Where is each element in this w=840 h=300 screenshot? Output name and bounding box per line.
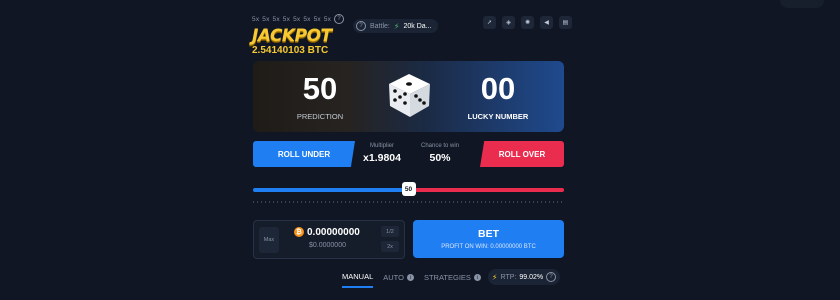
battle-help-icon[interactable]: ?: [356, 21, 366, 31]
roll-under-button[interactable]: ROLL UNDER: [253, 141, 355, 167]
tab-strategies[interactable]: STRATEGIES i: [424, 272, 481, 288]
tab-strategies-label: STRATEGIES: [423, 273, 471, 282]
roll-over-button[interactable]: ROLL OVER: [480, 141, 564, 167]
bet-mode-tabs: MANUAL AUTO i STRATEGIES i: [342, 272, 481, 288]
jackpot-help-icon[interactable]: ?: [334, 14, 345, 24]
multiplier-chip: 5x: [272, 15, 280, 23]
lucky-number-value: 00: [480, 71, 516, 106]
max-button[interactable]: Max: [259, 227, 279, 253]
profit-on-win: PROFIT ON WIN: 0.00000000 BTC: [441, 244, 536, 250]
info-icon: i: [406, 274, 414, 281]
prediction-value: 50: [302, 71, 338, 106]
half-button[interactable]: 1/2: [381, 226, 399, 237]
corner-menu-button[interactable]: [780, 0, 824, 8]
slider-under-track[interactable]: [253, 188, 403, 192]
slider-over-track[interactable]: [414, 188, 564, 192]
slider-ticks: [253, 201, 564, 203]
multiplier-chip: 5x: [293, 15, 301, 23]
info-icon: i: [473, 274, 481, 281]
jackpot-multipliers: 5x 5x 5x 5x 5x 5x 5x 5x ?: [252, 14, 345, 24]
chance-stat[interactable]: Chance to win 50%: [413, 143, 467, 164]
rocket-icon[interactable]: ➚: [483, 16, 496, 29]
settings-icon[interactable]: ✺: [521, 16, 534, 29]
multiplier-value: x1.9804: [363, 152, 401, 164]
rtp-badge[interactable]: ⚡ RTP: 99.02% ?: [488, 269, 560, 285]
bet-usd-value: $0.0000000: [309, 242, 346, 249]
double-button[interactable]: 2x: [381, 241, 399, 252]
battle-label: Battle:: [370, 22, 390, 30]
dice-icon: [389, 74, 430, 117]
rtp-value: 99.02%: [519, 273, 544, 281]
prediction-label: PREDICTION: [296, 112, 344, 121]
shield-icon[interactable]: ◈: [502, 16, 515, 29]
bet-button[interactable]: BET PROFIT ON WIN: 0.00000000 BTC: [413, 220, 564, 258]
multiplier-chip: 5x: [282, 15, 291, 23]
multiplier-chip: 5x: [252, 15, 260, 23]
multiplier-stat[interactable]: Multiplier x1.9804: [353, 143, 411, 164]
battle-value: 20k Da...: [403, 22, 432, 30]
lucky-number-label: LUCKY NUMBER: [467, 112, 529, 121]
chance-label: Chance to win: [420, 143, 460, 149]
keyboard-icon[interactable]: ▤: [559, 16, 572, 29]
bet-button-label: BET: [478, 228, 499, 240]
tab-manual-label: MANUAL: [342, 272, 374, 281]
sound-icon[interactable]: ◀: [540, 16, 553, 29]
battle-badge[interactable]: ? Battle: ⚡ 20k Da...: [353, 19, 438, 33]
bolt-icon: ⚡: [491, 272, 498, 282]
multiplier-chip: 5x: [303, 15, 311, 23]
bet-amount-input[interactable]: 0.00000000: [307, 227, 360, 238]
tab-auto-label: AUTO: [383, 273, 404, 282]
multiplier-chip: 5x: [313, 15, 321, 23]
tab-manual[interactable]: MANUAL: [342, 272, 374, 288]
multiplier-chip: 5x: [262, 15, 270, 23]
multiplier-chip: 5x: [323, 15, 332, 23]
bolt-icon: ⚡: [393, 21, 400, 31]
tab-auto[interactable]: AUTO i: [383, 272, 414, 288]
jackpot-amount: 2.54140103 BTC: [252, 45, 329, 56]
btc-coin-icon: ₿: [294, 227, 304, 237]
jackpot-panel: 5x 5x 5x 5x 5x 5x 5x 5x ? JACKPOT 2.5414…: [252, 14, 345, 56]
jackpot-title: JACKPOT: [252, 26, 332, 46]
bet-amount-panel: Max ₿ 0.00000000 $0.0000000 1/2 2x: [253, 220, 405, 259]
rtp-label: RTP:: [500, 273, 517, 281]
rtp-help-icon[interactable]: ?: [546, 272, 557, 282]
multiplier-label: Multiplier: [369, 143, 394, 149]
roll-mode-bar: ROLL UNDER Multiplier x1.9804 Chance to …: [253, 141, 564, 167]
chance-value: 50%: [429, 152, 451, 164]
prediction-slider[interactable]: 50: [253, 182, 564, 196]
toolbar-icons: ➚ ◈ ✺ ◀ ▤: [483, 16, 572, 29]
slider-handle[interactable]: 50: [401, 182, 416, 196]
